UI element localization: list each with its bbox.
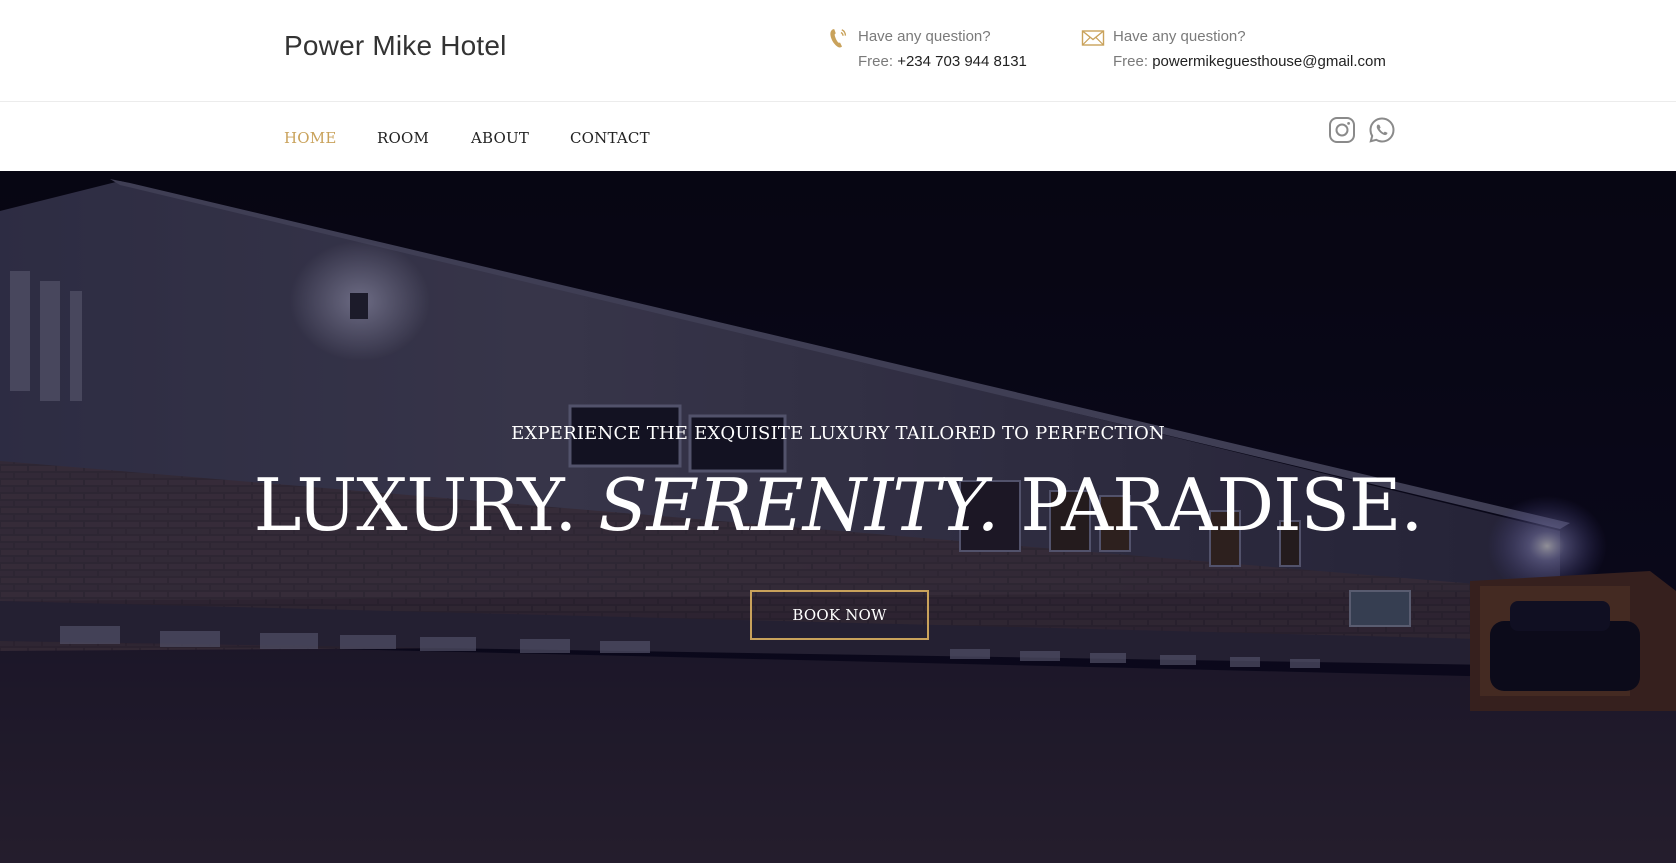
- phone-icon: [830, 29, 847, 48]
- email-question: Have any question?: [1113, 28, 1246, 45]
- top-header: Power Mike Hotel Have any question? Free…: [0, 0, 1676, 102]
- instagram-icon[interactable]: [1328, 116, 1356, 144]
- mail-icon: [1081, 30, 1105, 46]
- hero-title: LUXURY. SERENITY. PARADISE.: [0, 460, 1676, 550]
- email-prefix: Free:: [1113, 53, 1149, 70]
- phone-contact: Have any question? Free: +234 703 944 81…: [830, 24, 1027, 74]
- phone-question: Have any question?: [858, 28, 991, 45]
- email-contact: Have any question? Free: powermikeguesth…: [1081, 24, 1386, 74]
- phone-line: Free: +234 703 944 8131: [858, 49, 1027, 74]
- hero-title-part-2: SERENITY.: [598, 463, 999, 547]
- nav-item-home[interactable]: HOME: [284, 129, 337, 147]
- phone-number[interactable]: +234 703 944 8131: [897, 53, 1027, 70]
- hero-title-part-1: LUXURY.: [253, 463, 599, 547]
- nav-item-room[interactable]: ROOM: [377, 129, 429, 147]
- nav-item-contact[interactable]: CONTACT: [570, 129, 650, 147]
- hero-title-part-3: PARADISE.: [998, 463, 1423, 547]
- email-line: Free: powermikeguesthouse@gmail.com: [1113, 49, 1386, 74]
- nav-item-about[interactable]: ABOUT: [471, 129, 529, 147]
- email-address[interactable]: powermikeguesthouse@gmail.com: [1152, 53, 1386, 70]
- site-logo-text[interactable]: Power Mike Hotel: [284, 30, 507, 62]
- hero-section: EXPERIENCE THE EXQUISITE LUXURY TAILORED…: [0, 171, 1676, 863]
- book-now-button[interactable]: BOOK NOW: [750, 590, 929, 640]
- whatsapp-icon[interactable]: [1368, 116, 1396, 144]
- hero-subtitle: EXPERIENCE THE EXQUISITE LUXURY TAILORED…: [511, 423, 1165, 444]
- phone-prefix: Free:: [858, 53, 894, 70]
- main-navigation: HOME ROOM ABOUT CONTACT: [0, 102, 1676, 171]
